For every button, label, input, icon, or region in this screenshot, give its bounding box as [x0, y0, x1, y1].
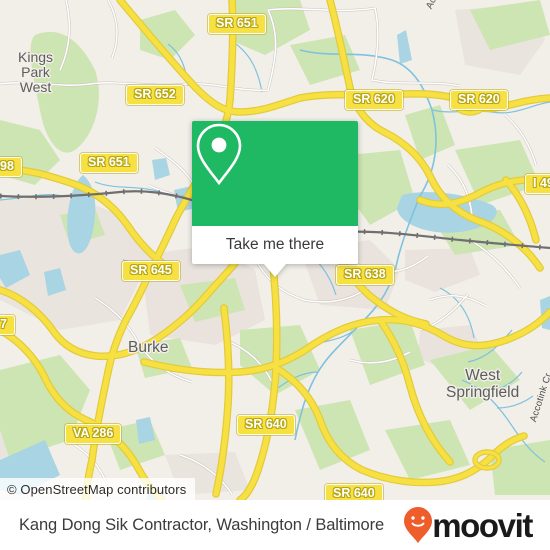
road-shield-sr-640-south[interactable]: SR 640 — [325, 484, 383, 500]
callout-image-panel — [192, 121, 358, 226]
road-shield-sr-640[interactable]: SR 640 — [237, 415, 295, 436]
road-shield-sr-651-west[interactable]: SR 651 — [80, 153, 138, 174]
osm-attribution-text: © OpenStreetMap contributors — [7, 481, 187, 497]
road-shield-sr-645[interactable]: SR 645 — [122, 261, 180, 282]
road-shield-va-286[interactable]: VA 286 — [65, 424, 122, 445]
callout-action-bar[interactable]: Take me there — [192, 226, 358, 264]
moovit-wordmark: moovit — [432, 506, 533, 544]
map-canvas[interactable]: Kings Park West Burke West Springfield A… — [0, 0, 550, 500]
moovit-pin-icon — [404, 507, 433, 543]
footer-bar: Kang Dong Sik Contractor, Washington / B… — [0, 500, 550, 550]
take-me-there-label: Take me there — [225, 236, 325, 253]
osm-attribution[interactable]: © OpenStreetMap contributors — [0, 478, 196, 500]
road-shield-98[interactable]: 98 — [0, 157, 22, 178]
moovit-logo[interactable]: moovit — [403, 506, 533, 544]
road-shield-sr-652[interactable]: SR 652 — [126, 85, 184, 106]
moovit-map-screenshot: Kings Park West Burke West Springfield A… — [0, 0, 550, 550]
road-shield-sr-620-east[interactable]: SR 620 — [450, 90, 508, 111]
road-shield-i-495[interactable]: I 49 — [525, 174, 550, 195]
road-shield-sr-651-north[interactable]: SR 651 — [208, 14, 266, 35]
road-shield-7[interactable]: 7 — [0, 315, 15, 336]
road-shield-sr-620-west[interactable]: SR 620 — [345, 90, 403, 111]
take-me-there-callout[interactable]: Take me there — [192, 121, 358, 277]
callout-tail — [264, 264, 286, 277]
map-pin-icon — [196, 123, 242, 186]
road-shield-sr-638[interactable]: SR 638 — [336, 265, 394, 286]
location-title: Kang Dong Sik Contractor, Washington / B… — [19, 515, 385, 534]
